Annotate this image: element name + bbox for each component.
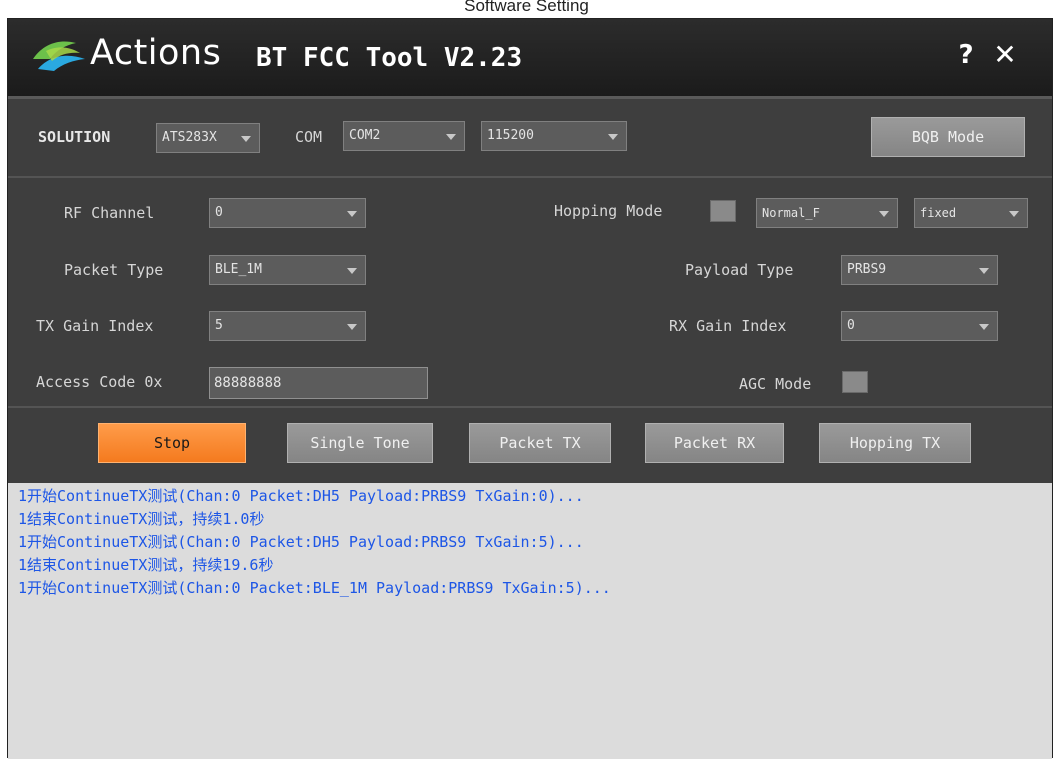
title-bar: Actions BT FCC Tool V2.23 ? ✕ [8,19,1052,99]
com-label: COM [295,128,323,146]
hopping-mode-value: Normal_F [762,206,820,220]
chevron-down-icon [979,324,989,330]
chevron-down-icon [608,134,618,140]
log-line: 1开始ContinueTX测试(Chan:0 Packet:DH5 Payloa… [18,487,584,505]
log-output-panel[interactable]: 1开始ContinueTX测试(Chan:0 Packet:DH5 Payloa… [8,483,1052,759]
single-tone-button[interactable]: Single Tone [287,423,433,463]
chevron-down-icon [979,268,989,274]
bqb-mode-button[interactable]: BQB Mode [871,117,1025,157]
com-port-select[interactable]: COM2 [343,121,465,151]
rf-channel-select[interactable]: 0 [209,198,366,228]
solution-select[interactable]: ATS283X [156,123,260,153]
access-code-input[interactable]: 88888888 [209,367,428,399]
stop-button[interactable]: Stop [98,423,246,463]
solution-label: SOLUTION [38,128,111,146]
app-title: BT FCC Tool V2.23 [256,43,523,73]
hopping-mode-select[interactable]: Normal_F [756,198,898,228]
packet-tx-button[interactable]: Packet TX [469,423,611,463]
brand-name: Actions [90,33,222,73]
app-window: Actions BT FCC Tool V2.23 ? ✕ SOLUTION A… [7,18,1053,759]
access-code-label: Access Code 0x [36,373,163,391]
chevron-down-icon [446,134,456,140]
packet-type-select[interactable]: BLE_1M [209,255,366,285]
chevron-down-icon [347,324,357,330]
payload-type-label: Payload Type [685,261,794,279]
actions-logo-icon [33,41,85,71]
log-line: 1开始ContinueTX测试(Chan:0 Packet:BLE_1M Pay… [18,579,611,597]
hopping-mode-checkbox[interactable] [710,200,736,222]
chevron-down-icon [241,136,251,142]
log-line: 1结束ContinueTX测试，持续19.6秒 [18,556,274,574]
baud-rate-select[interactable]: 115200 [481,121,627,151]
payload-type-select[interactable]: PRBS9 [841,255,998,285]
hopping-fixed-value: fixed [920,206,957,220]
tx-gain-index-label: TX Gain Index [36,317,154,335]
rf-channel-value: 0 [215,205,223,220]
chevron-down-icon [347,268,357,274]
packet-type-label: Packet Type [64,261,164,279]
help-button[interactable]: ? [951,37,981,73]
tx-gain-index-value: 5 [215,318,223,333]
page-caption: Software Setting [464,0,589,15]
chevron-down-icon [879,211,889,217]
packet-rx-button[interactable]: Packet RX [645,423,784,463]
payload-type-value: PRBS9 [847,262,887,277]
solution-value: ATS283X [162,130,217,145]
hopping-mode-label: Hopping Mode [554,202,663,220]
rf-settings-panel: RF Channel 0 Packet Type BLE_1M TX Gain … [8,178,1052,408]
rf-channel-label: RF Channel [64,204,155,222]
chevron-down-icon [1009,211,1019,217]
hopping-tx-button[interactable]: Hopping TX [819,423,971,463]
rx-gain-index-value: 0 [847,318,855,333]
rx-gain-index-label: RX Gain Index [669,317,787,335]
tx-gain-index-select[interactable]: 5 [209,311,366,341]
action-buttons-bar: Stop Single Tone Packet TX Packet RX Hop… [8,408,1052,483]
rx-gain-index-select[interactable]: 0 [841,311,998,341]
baud-rate-value: 115200 [487,128,534,143]
packet-type-value: BLE_1M [215,262,262,277]
log-line: 1开始ContinueTX测试(Chan:0 Packet:DH5 Payloa… [18,533,584,551]
agc-mode-label: AGC Mode [739,375,812,393]
chevron-down-icon [347,211,357,217]
hopping-fixed-select[interactable]: fixed [914,198,1028,228]
com-port-value: COM2 [349,128,381,143]
connection-bar: SOLUTION ATS283X COM COM2 115200 BQB Mod… [8,99,1052,178]
log-line: 1结束ContinueTX测试，持续1.0秒 [18,510,265,528]
close-icon[interactable]: ✕ [987,37,1023,73]
agc-mode-checkbox[interactable] [842,371,868,393]
